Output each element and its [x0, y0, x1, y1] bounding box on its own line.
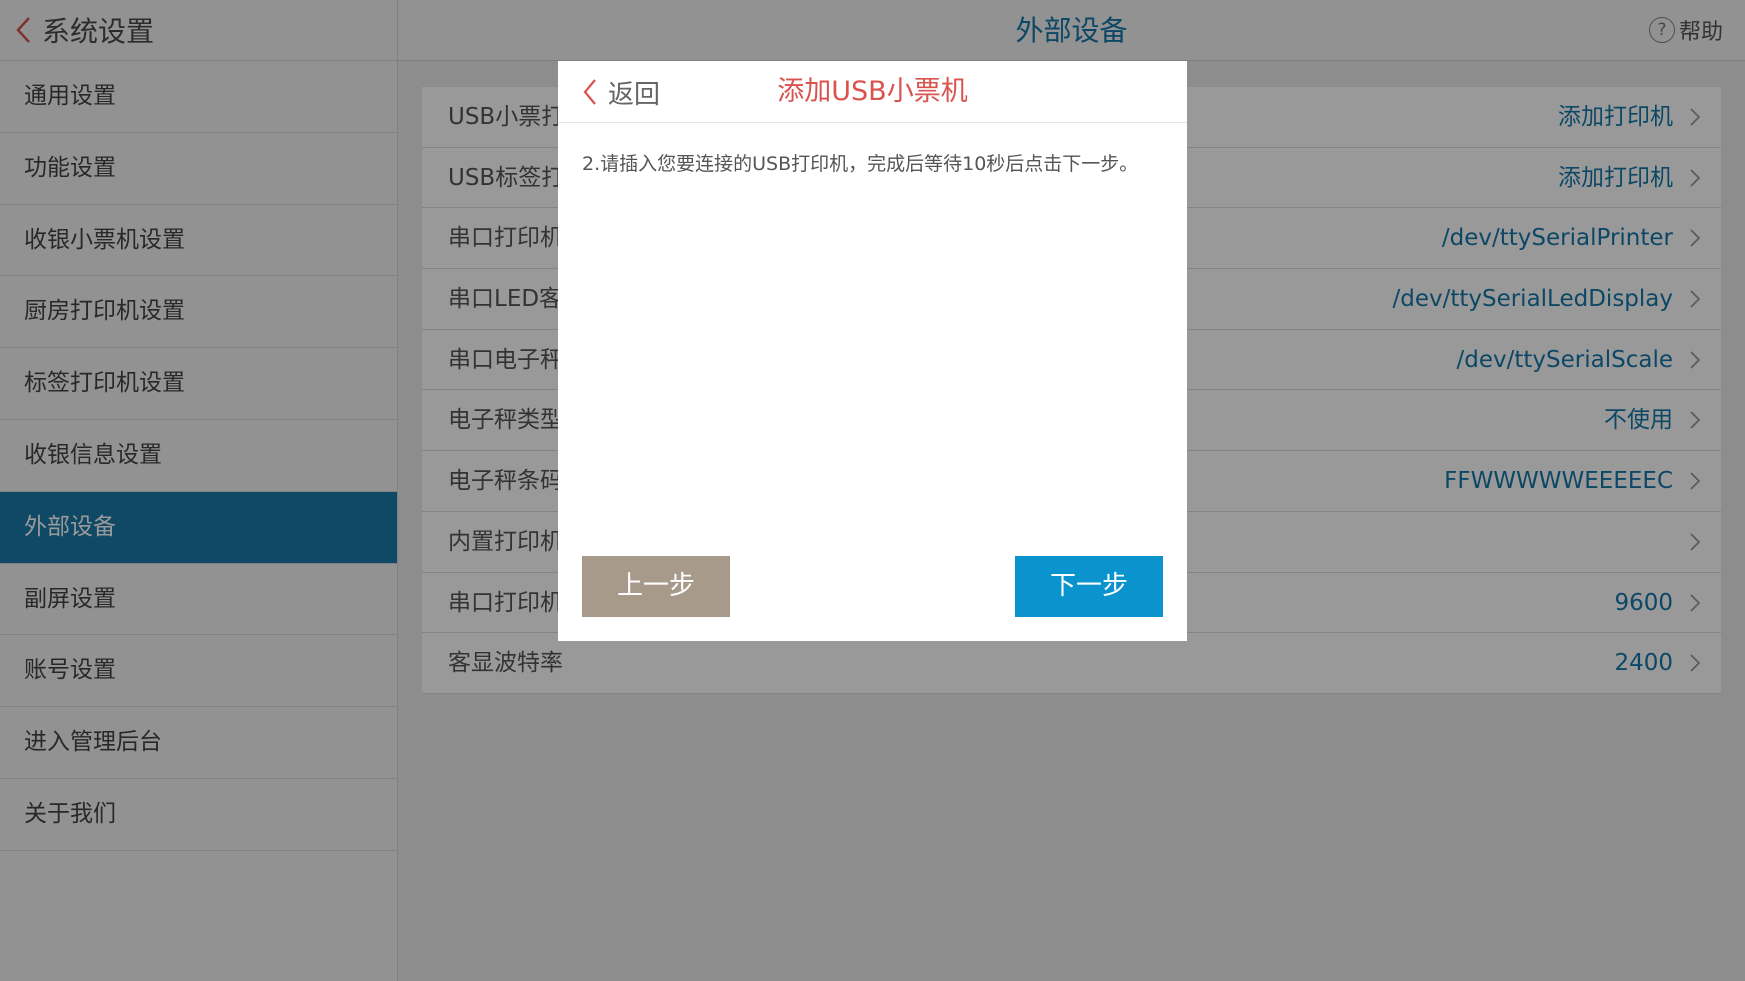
dialog-header: 添加USB小票机 返回 — [558, 61, 1187, 123]
chevron-left-icon — [583, 79, 596, 105]
next-step-button[interactable]: 下一步 — [1015, 556, 1163, 617]
dialog-back-label: 返回 — [608, 79, 661, 110]
previous-step-button[interactable]: 上一步 — [582, 556, 730, 617]
add-usb-receipt-printer-dialog: 添加USB小票机 返回 2.请插入您要连接的USB打印机，完成后等待10秒后点击… — [558, 61, 1187, 641]
dialog-back-button[interactable]: 返回 — [582, 73, 660, 111]
dialog-instruction-text: 2.请插入您要连接的USB打印机，完成后等待10秒后点击下一步。 — [582, 153, 1139, 175]
